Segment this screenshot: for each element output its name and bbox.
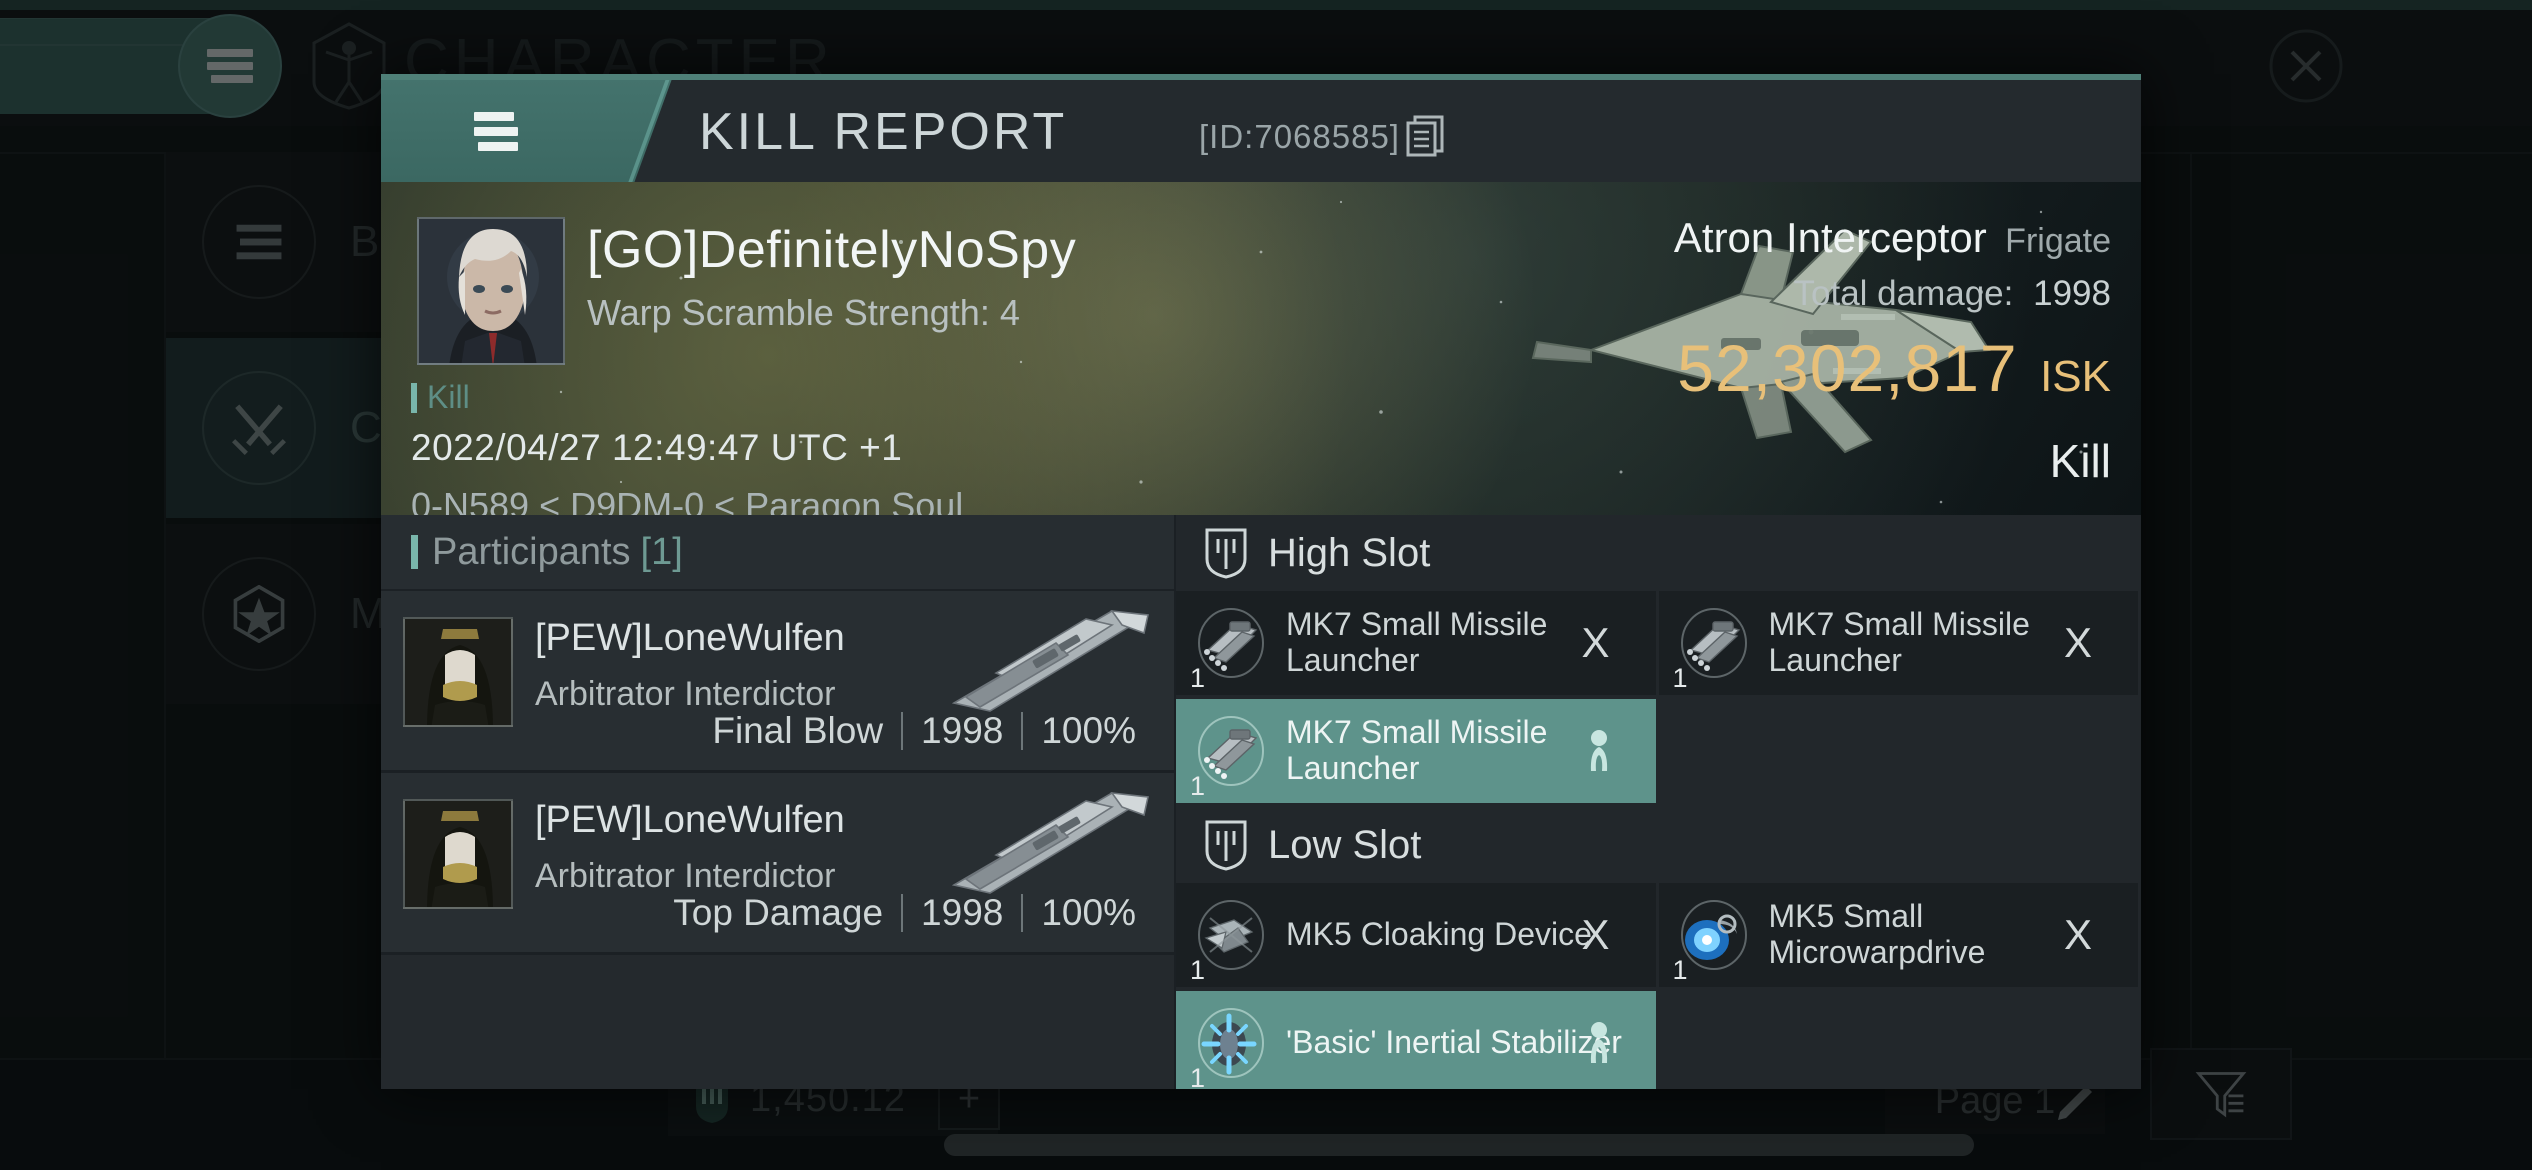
- participant-name: [PEW]LoneWulfen: [535, 617, 845, 659]
- cloaking-device-icon: 1: [1190, 898, 1268, 985]
- slot-cell: 1 MK7 Small Missile Launcher X: [1176, 591, 1659, 699]
- participant-stats: Final Blow 1998 100%: [694, 710, 1154, 752]
- screen: CHARACTER Bio: [0, 0, 2532, 1170]
- ship-summary: Atron Interceptor Frigate Total damage: …: [1674, 214, 2111, 406]
- remove-module-button[interactable]: X: [1581, 914, 1609, 956]
- low-slot-title: Low Slot: [1268, 822, 1422, 867]
- participant-role: Top Damage: [673, 892, 884, 933]
- victim-avatar: [417, 217, 565, 365]
- module-quantity: 1: [1672, 663, 1688, 693]
- module-item[interactable]: 1 MK7 Small Missile Launcher X: [1658, 591, 2138, 695]
- module-item[interactable]: 1 MK5 Small Microwarpdrive X: [1658, 883, 2138, 987]
- module-quantity: 1: [1190, 771, 1206, 801]
- slot-cell: 1 MK5 Cloaking Device X: [1176, 883, 1659, 991]
- slot-cell-empty: [1659, 699, 2142, 807]
- participants-panel: Participants [1] [PEW]LoneWulfen Arbitra…: [381, 515, 1176, 1089]
- remove-module-button[interactable]: X: [2064, 622, 2092, 664]
- copy-icon[interactable]: [1406, 115, 1444, 157]
- low-slot-header: Low Slot: [1176, 807, 2141, 883]
- participant-ship-render: [936, 785, 1156, 900]
- victim-name: [GO]DefinitelyNoSpy: [587, 221, 1077, 279]
- kill-timestamp: 2022/04/27 12:49:47 UTC +1: [411, 427, 903, 468]
- remove-module-button[interactable]: X: [1581, 622, 1609, 664]
- isk-value: 52,302,817: [1677, 331, 2018, 405]
- table-row[interactable]: [PEW]LoneWulfen Arbitrator Interdictor: [381, 591, 1174, 773]
- dialog-menu-button[interactable]: [381, 80, 611, 182]
- total-damage-value: 1998: [2033, 274, 2111, 313]
- slot-cell-empty: [1659, 991, 2142, 1089]
- module-item-selected[interactable]: 1 'Basic' Inertial Stabilizer: [1176, 991, 1656, 1089]
- report-id: [ID:7068585]: [1199, 118, 1400, 155]
- kill-summary-banner: [GO]DefinitelyNoSpy Warp Scramble Streng…: [381, 182, 2141, 515]
- participant-ship: Arbitrator Interdictor: [535, 857, 836, 895]
- ship-name: Atron Interceptor: [1673, 214, 1987, 261]
- dialog-title: KILL REPORT: [699, 103, 1068, 161]
- module-quantity: 1: [1190, 1063, 1206, 1089]
- kill-tag: Kill: [411, 379, 470, 416]
- participant-damage: 1998: [921, 892, 1004, 933]
- module-slot-empty: [1659, 699, 2139, 803]
- high-slot-header: High Slot: [1176, 515, 2141, 591]
- module-name: MK5 Cloaking Device: [1286, 916, 1592, 953]
- remove-module-button[interactable]: X: [2064, 914, 2092, 956]
- participant-damage: 1998: [921, 710, 1004, 751]
- participant-stats: Top Damage 1998 100%: [655, 892, 1154, 934]
- table-row[interactable]: [PEW]LoneWulfen Arbitrator Interdictor: [381, 773, 1174, 955]
- module-item-selected[interactable]: 1 MK7 Small Missile Launcher: [1176, 699, 1656, 803]
- missile-launcher-icon: 1: [1190, 606, 1268, 693]
- hamburger-icon: [474, 106, 518, 157]
- fitted-by-person-icon[interactable]: [1586, 1021, 1612, 1065]
- low-slot-grid: 1 MK5 Cloaking Device X 1 MK5 Small Micr…: [1176, 883, 2141, 1089]
- slot-shield-icon: [1204, 819, 1248, 871]
- ship-class: Frigate: [2005, 222, 2111, 260]
- missile-launcher-icon: 1: [1673, 606, 1751, 693]
- module-slot-empty: [1659, 991, 2139, 1089]
- slot-cell: 1 MK7 Small Missile Launcher X: [1658, 591, 2142, 699]
- module-item[interactable]: 1 MK7 Small Missile Launcher X: [1176, 591, 1656, 695]
- participants-count: [1]: [640, 530, 683, 573]
- section-accent-bar: [411, 535, 418, 569]
- participant-role: Final Blow: [712, 710, 884, 751]
- fitting-panel: High Slot 1 MK7 Small Missile Launcher X…: [1176, 515, 2141, 1089]
- module-name: 'Basic' Inertial Stabilizer: [1286, 1024, 1622, 1061]
- module-quantity: 1: [1672, 955, 1688, 985]
- module-item[interactable]: 1 MK5 Cloaking Device X: [1176, 883, 1656, 987]
- slot-shield-icon: [1204, 527, 1248, 579]
- microwarpdrive-icon: 1: [1673, 898, 1751, 985]
- fitted-by-person-icon[interactable]: [1586, 729, 1612, 773]
- slot-cell: 1 'Basic' Inertial Stabilizer: [1176, 991, 1659, 1089]
- participant-ship-render: [936, 603, 1156, 718]
- participant-percent: 100%: [1041, 710, 1136, 751]
- high-slot-grid: 1 MK7 Small Missile Launcher X 1 MK7 Sma…: [1176, 591, 2141, 807]
- kill-report-dialog: KILL REPORT [ID:7068585] [GO]DefinitelyN…: [381, 74, 2141, 1089]
- missile-launcher-icon: 1: [1190, 714, 1268, 801]
- dialog-body: Participants [1] [PEW]LoneWulfen Arbitra…: [381, 515, 2141, 1089]
- participant-percent: 100%: [1041, 892, 1136, 933]
- slot-cell: 1 MK7 Small Missile Launcher: [1176, 699, 1659, 807]
- slot-cell: 1 MK5 Small Microwarpdrive X: [1658, 883, 2142, 991]
- dialog-header: KILL REPORT [ID:7068585]: [381, 80, 2141, 182]
- warp-scramble-strength: Warp Scramble Strength: 4: [587, 292, 1020, 333]
- kill-location: 0-N589 < D9DM-0 < Paragon Soul: [411, 485, 964, 515]
- avatar: [403, 799, 513, 909]
- isk-unit: ISK: [2040, 352, 2111, 401]
- participants-title: Participants: [432, 530, 631, 573]
- avatar: [403, 617, 513, 727]
- participant-ship: Arbitrator Interdictor: [535, 675, 836, 713]
- total-damage-label: Total damage:: [1793, 274, 2014, 313]
- module-quantity: 1: [1190, 955, 1206, 985]
- participant-name: [PEW]LoneWulfen: [535, 799, 845, 841]
- kill-result: Kill: [2049, 435, 2111, 487]
- inertial-stabilizer-icon: 1: [1190, 1006, 1268, 1089]
- high-slot-title: High Slot: [1268, 530, 1431, 575]
- participants-header: Participants [1]: [381, 515, 1174, 591]
- module-quantity: 1: [1190, 663, 1206, 693]
